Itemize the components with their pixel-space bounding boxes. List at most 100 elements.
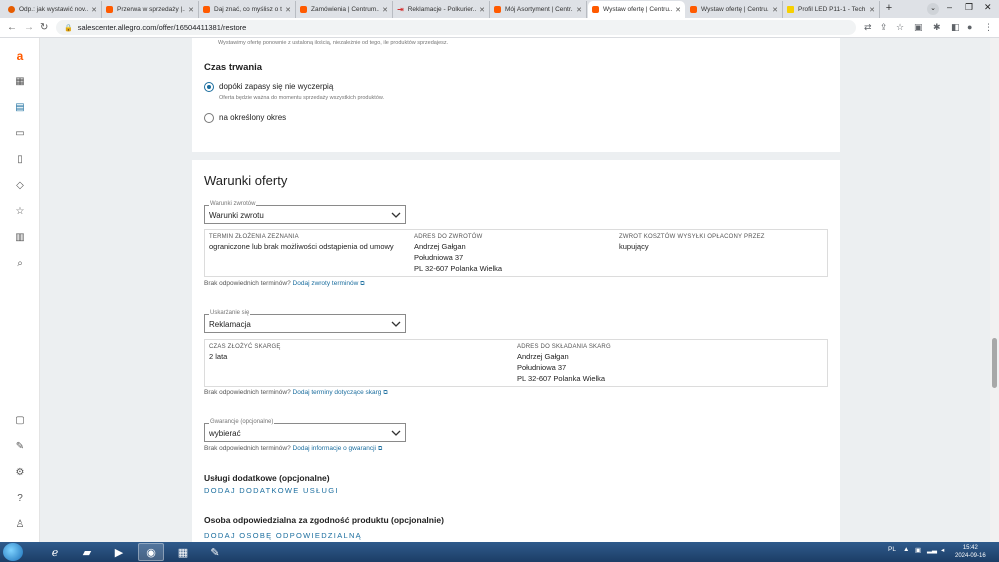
duration-option-fixed-period-radio[interactable] bbox=[204, 113, 214, 123]
back-icon[interactable]: ← bbox=[7, 22, 17, 33]
user-icon[interactable]: ♙ bbox=[14, 519, 26, 531]
orders-icon[interactable]: ▭ bbox=[14, 128, 26, 140]
help-icon[interactable]: ? bbox=[14, 493, 26, 505]
translate-icon[interactable]: ⇄ bbox=[864, 22, 872, 33]
return-icon: ⇥ bbox=[397, 5, 404, 14]
external-link-icon[interactable]: ⧉ bbox=[360, 281, 364, 287]
messages-icon[interactable]: ▢ bbox=[14, 415, 26, 427]
close-icon[interactable]: ✕ bbox=[869, 6, 875, 14]
stats-icon[interactable]: ▥ bbox=[14, 232, 26, 244]
chrome-icon[interactable]: ◉ bbox=[138, 543, 164, 561]
allegro-icon bbox=[203, 6, 210, 13]
puzzle-icon[interactable]: ✱ bbox=[933, 22, 941, 33]
file-explorer-icon[interactable]: ▰ bbox=[74, 543, 100, 561]
tag-icon[interactable]: ◇ bbox=[14, 180, 26, 192]
share-icon[interactable]: ⇪ bbox=[880, 22, 888, 33]
close-icon[interactable]: ✕ bbox=[285, 6, 291, 14]
extension-box-icon[interactable]: ▣ bbox=[914, 22, 923, 33]
close-icon[interactable]: ✕ bbox=[91, 6, 97, 14]
tray-app-icon[interactable]: ▣ bbox=[915, 546, 921, 554]
col-value: ograniczone lub brak możliwości odstąpie… bbox=[209, 242, 394, 251]
add-additional-services-button[interactable]: DODAJ DODATKOWE USŁUGI bbox=[204, 486, 339, 495]
note-text: Brak odpowiednich terminów? bbox=[204, 280, 291, 287]
responsible-person-heading: Osoba odpowiedzialna za zgodność produkt… bbox=[204, 515, 444, 525]
document-icon[interactable]: ▯ bbox=[14, 154, 26, 166]
allegro-logo[interactable]: a bbox=[14, 50, 26, 62]
forward-icon[interactable]: → bbox=[24, 22, 34, 33]
paint-icon[interactable]: ✎ bbox=[202, 543, 228, 561]
add-responsible-person-button[interactable]: DODAJ OSOBĘ ODPOWIEDZIALNĄ bbox=[204, 531, 362, 540]
complaints-details-box: CZAS ZŁOŻYĆ SKARGĘ 2 lata ADRES DO SKŁAD… bbox=[204, 339, 828, 387]
browser-tab-1[interactable]: Odp.: jak wystawić nov... ✕ bbox=[4, 1, 102, 18]
browser-tab-2[interactable]: Przerwa w sprzedaży |... ✕ bbox=[102, 1, 199, 18]
add-complaint-terms-link[interactable]: Dodaj terminy dotyczące skarg bbox=[293, 389, 382, 396]
clock-time: 15:42 bbox=[962, 545, 978, 551]
close-icon[interactable]: ✕ bbox=[188, 6, 194, 14]
duration-option-label[interactable]: na określony okres bbox=[219, 113, 286, 122]
close-icon[interactable]: ✕ bbox=[382, 6, 388, 14]
browser-tab-5[interactable]: ⇥ Reklamacje - Polkurier... ✕ bbox=[393, 1, 490, 18]
menu-icon[interactable]: ⋮ bbox=[984, 22, 993, 33]
close-icon[interactable]: ✕ bbox=[675, 6, 681, 14]
returns-note: Brak odpowiednich terminów? Dodaj zwroty… bbox=[204, 280, 365, 288]
scrollbar-thumb[interactable] bbox=[992, 338, 997, 388]
close-icon[interactable]: ✕ bbox=[479, 6, 485, 14]
address-line: Południowa 37 bbox=[517, 363, 567, 372]
duration-option-until-stock-radio[interactable] bbox=[204, 82, 214, 92]
media-player-icon[interactable]: ▶ bbox=[106, 543, 132, 561]
url-input[interactable]: 🔒 salescenter.allegro.com/offer/16504411… bbox=[56, 20, 856, 35]
profile-icon[interactable]: ● bbox=[967, 22, 972, 32]
network-icon[interactable]: ▂▃ bbox=[927, 546, 937, 554]
browser-tab-6[interactable]: Mój Asortyment | Centr... ✕ bbox=[490, 1, 587, 18]
col-head: TERMIN ZŁOŻENIA ZEZNANIA bbox=[209, 234, 299, 240]
duration-option-hint: Oferta będzie ważna do momentu sprzedaży… bbox=[219, 95, 385, 101]
col-value: 2 lata bbox=[209, 352, 228, 361]
tray-expand-icon[interactable]: ▲ bbox=[903, 546, 909, 553]
calculator-icon[interactable]: ▦ bbox=[170, 543, 196, 561]
col-head: ADRES DO ZWROTÓW bbox=[414, 234, 483, 240]
chevron-down-icon[interactable]: ⌄ bbox=[927, 3, 939, 15]
dashboard-icon[interactable]: ▦ bbox=[14, 76, 26, 88]
duration-option-label[interactable]: dopóki zapasy się nie wyczerpią bbox=[219, 82, 333, 91]
browser-tab-9[interactable]: Profil LED P11-1 - Tech... ✕ bbox=[783, 1, 880, 18]
complaints-policy-select[interactable]: Uskarżanie się Reklamacja bbox=[204, 310, 406, 333]
note-text: Brak odpowiednich terminów? bbox=[204, 389, 291, 396]
close-window-icon[interactable]: ✕ bbox=[984, 2, 992, 13]
returns-policy-select[interactable]: Warunki zwrotów Warunki zwrotu bbox=[204, 201, 406, 224]
star-icon[interactable]: ☆ bbox=[14, 206, 26, 218]
language-indicator[interactable]: PL bbox=[888, 546, 896, 553]
close-icon[interactable]: ✕ bbox=[772, 6, 778, 14]
search-icon[interactable]: ⌕ bbox=[14, 258, 26, 270]
col-head: CZAS ZŁOŻYĆ SKARGĘ bbox=[209, 344, 281, 350]
external-link-icon[interactable]: ⧉ bbox=[378, 446, 382, 452]
browser-tab-4[interactable]: Zamówienia | Centrum... ✕ bbox=[296, 1, 393, 18]
restore-icon[interactable]: ❐ bbox=[965, 2, 973, 13]
gear-icon[interactable]: ⚙ bbox=[14, 467, 26, 479]
warranty-select[interactable]: Gwarancje (opcjonalne) wybierać bbox=[204, 419, 406, 442]
add-warranty-info-link[interactable]: Dodaj informacje o gwarancji bbox=[293, 445, 376, 452]
select-legend: Gwarancje (opcjonalne) bbox=[209, 419, 275, 425]
windows-taskbar: ℯ ▰ ▶ ◉ ▦ ✎ PL ▲ ▣ ▂▃ ◂ 15:42 2024-09-16 bbox=[0, 542, 999, 562]
reload-icon[interactable]: ↻ bbox=[40, 22, 48, 33]
offers-icon[interactable]: ▤ bbox=[14, 102, 26, 114]
minimize-icon[interactable]: – bbox=[947, 2, 952, 12]
page-scrollbar[interactable] bbox=[990, 38, 999, 542]
browser-tab-8[interactable]: Wystaw ofertę | Centru... ✕ bbox=[686, 1, 783, 18]
add-returns-terms-link[interactable]: Dodaj zwroty terminów bbox=[293, 280, 359, 287]
edit-icon[interactable]: ✎ bbox=[14, 441, 26, 453]
browser-tab-3[interactable]: Daj znać, co myślisz o t... ✕ bbox=[199, 1, 296, 18]
external-link-icon[interactable]: ⧉ bbox=[383, 390, 387, 396]
address-line: Andrzej Gałgan bbox=[414, 242, 466, 251]
volume-icon[interactable]: ◂ bbox=[941, 546, 944, 554]
duration-card: Wystawimy ofertę ponownie z ustaloną ilo… bbox=[192, 38, 840, 152]
lock-icon[interactable]: 🔒 bbox=[64, 24, 73, 32]
select-value: Warunki zwrotu bbox=[209, 211, 264, 220]
close-icon[interactable]: ✕ bbox=[576, 6, 582, 14]
new-tab-button[interactable]: + bbox=[882, 2, 896, 16]
internet-explorer-icon[interactable]: ℯ bbox=[42, 543, 68, 561]
windows-start-button[interactable] bbox=[3, 543, 23, 561]
star-icon[interactable]: ☆ bbox=[896, 22, 904, 33]
browser-tab-7-active[interactable]: Wystaw ofertę | Centru... ✕ bbox=[588, 1, 685, 18]
sidepanel-icon[interactable]: ◧ bbox=[951, 22, 960, 33]
taskbar-clock[interactable]: 15:42 2024-09-16 bbox=[955, 544, 986, 560]
